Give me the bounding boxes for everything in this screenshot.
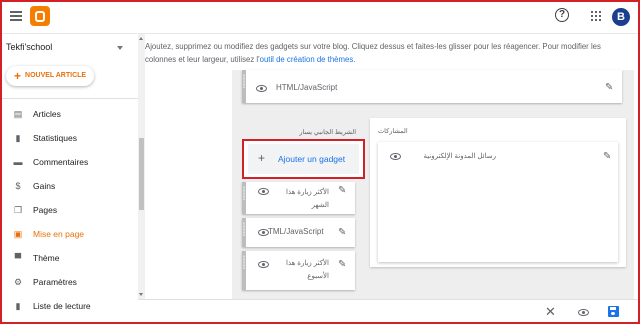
chevron-down-icon[interactable] (117, 46, 123, 50)
layout-icon: ▣ (13, 228, 23, 239)
apps-grid-icon[interactable] (591, 11, 601, 21)
eye-icon[interactable] (258, 188, 269, 195)
sidebar-item-articles[interactable]: ▤ Articles (0, 102, 138, 126)
gadget-label: TML/JavaScript (268, 227, 324, 236)
dollar-icon: $ (15, 181, 21, 191)
drag-handle[interactable] (242, 218, 246, 247)
gear-icon: ⚙ (13, 276, 23, 287)
pencil-icon[interactable]: ✎ (338, 228, 348, 238)
eye-icon[interactable] (258, 261, 269, 268)
articles-icon: ▤ (13, 108, 23, 119)
sidebar-item-mise-en-page[interactable]: ▣ Mise en page (0, 222, 138, 246)
main-content: Ajoutez, supprimez ou modifiez des gadge… (145, 34, 640, 300)
plus-icon: + (14, 69, 22, 83)
sidebar-item-commentaires[interactable]: ▬ Commentaires (0, 150, 138, 174)
sidebar-item-label: Articles (33, 109, 61, 119)
plus-icon: + (258, 151, 266, 165)
top-bar: ? B (0, 0, 640, 34)
gadget-most-visited-week[interactable]: الأكثر زيارة هذا الأسبوع ✎ (242, 251, 355, 290)
divider (0, 98, 138, 99)
blog-selector[interactable]: Tekfi'school (6, 42, 52, 52)
comments-icon: ▬ (13, 157, 23, 167)
layout-canvas: HTML/JavaScript ✎ الشريط الجانبي يسار ال… (232, 70, 634, 300)
intro-text-body: Ajoutez, supprimez ou modifiez des gadge… (145, 42, 601, 64)
sidebar-item-label: Pages (33, 205, 58, 215)
paint-roller-icon: ▀ (14, 253, 22, 263)
sidebar-item-label: Paramètres (33, 277, 77, 287)
scroll-thumb[interactable] (139, 138, 144, 210)
avatar[interactable]: B (612, 8, 630, 26)
gadget-html-javascript-2[interactable]: TML/JavaScript ✎ (242, 218, 355, 247)
add-gadget-button[interactable]: + Ajouter un gadget (242, 139, 365, 179)
gadget-label: الأكثر زيارة هذا الأسبوع (286, 260, 329, 280)
sidebar-item-statistiques[interactable]: ▮ Statistiques (0, 126, 138, 150)
sidebar-item-parametres[interactable]: ⚙ Paramètres (0, 270, 138, 294)
intro-text-end: . (353, 55, 356, 64)
theme-designer-link[interactable]: outil de création de thèmes (260, 55, 354, 64)
eye-icon[interactable] (390, 153, 401, 160)
new-post-button[interactable]: + NOUVEL ARTICLE (6, 66, 95, 86)
sidebar-item-label: Gains (33, 181, 56, 191)
bookmark-icon: ▮ (15, 300, 21, 311)
sidebar-item-pages[interactable]: ❐ Pages (0, 198, 138, 222)
hamburger-menu-icon[interactable] (10, 11, 22, 21)
posts-section-title: المشاركات (378, 128, 408, 135)
eye-icon[interactable] (256, 85, 267, 92)
scroll-up-icon[interactable] (139, 37, 143, 40)
sidebar-item-label: Statistiques (33, 133, 77, 143)
close-icon[interactable]: ✕ (545, 304, 556, 320)
bottom-action-bar: ✕ (138, 299, 640, 324)
sidebar-item-theme[interactable]: ▀ Thème (0, 246, 138, 270)
pencil-icon[interactable]: ✎ (338, 186, 348, 196)
gadget-most-visited-month[interactable]: الأكثر زيارة هذا الشهر ✎ (242, 182, 355, 214)
posts-section: المشاركات رسائل المدونة الإلكترونية ✎ (370, 118, 626, 267)
preview-eye-icon[interactable] (578, 309, 589, 316)
sidebar-scrollbar[interactable] (138, 34, 145, 299)
sidebar-item-label: Commentaires (33, 157, 89, 167)
add-gadget-label: Ajouter un gadget (278, 154, 346, 164)
scroll-down-icon[interactable] (139, 293, 143, 296)
new-post-label: NOUVEL ARTICLE (25, 72, 87, 79)
add-gadget-area[interactable]: + Ajouter un gadget (248, 144, 359, 174)
stats-icon: ▮ (15, 132, 21, 143)
gadget-label: الأكثر زيارة هذا الشهر (286, 189, 329, 209)
sidebar-item-liste-de-lecture[interactable]: ▮ Liste de lecture (0, 294, 138, 318)
pencil-icon[interactable]: ✎ (338, 260, 348, 270)
sidebar-item-label: Mise en page (33, 229, 85, 239)
sidebar-item-gains[interactable]: $ Gains (0, 174, 138, 198)
gadget-blog-posts[interactable]: رسائل المدونة الإلكترونية ✎ (378, 142, 618, 262)
sidebar: Tekfi'school + NOUVEL ARTICLE ▤ Articles… (0, 34, 138, 324)
drag-handle[interactable] (242, 70, 246, 103)
save-icon[interactable] (608, 306, 619, 317)
gadget-label: رسائل المدونة الإلكترونية (423, 153, 496, 160)
pencil-icon[interactable]: ✎ (605, 83, 615, 93)
help-icon[interactable]: ? (555, 8, 569, 22)
intro-text: Ajoutez, supprimez ou modifiez des gadge… (145, 40, 620, 66)
pages-icon: ❐ (13, 204, 23, 215)
gadget-label: HTML/JavaScript (276, 83, 338, 92)
sidebar-item-label: Liste de lecture (33, 301, 91, 311)
blogger-logo-icon[interactable] (30, 6, 50, 26)
drag-handle[interactable] (242, 251, 246, 290)
sidebar-item-label: Thème (33, 253, 60, 263)
gadget-html-javascript[interactable]: HTML/JavaScript ✎ (242, 70, 622, 103)
left-sidebar-title: الشريط الجانبي يسار (299, 129, 356, 136)
sidebar-nav: ▤ Articles ▮ Statistiques ▬ Commentaires… (0, 102, 138, 318)
pencil-icon[interactable]: ✎ (603, 152, 613, 162)
drag-handle[interactable] (242, 182, 246, 214)
